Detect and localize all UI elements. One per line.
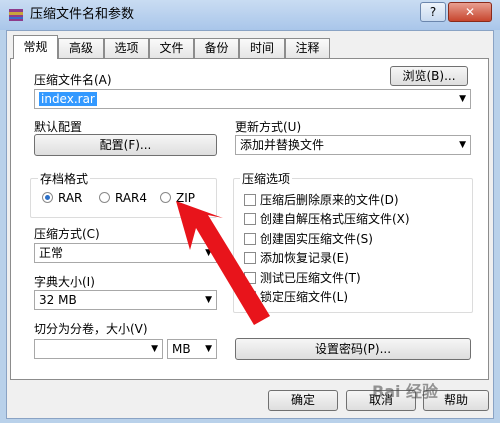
red-arrow-icon xyxy=(176,201,270,325)
watermark: Bai 经验 xyxy=(372,382,439,401)
annotation-arrow xyxy=(176,201,270,325)
